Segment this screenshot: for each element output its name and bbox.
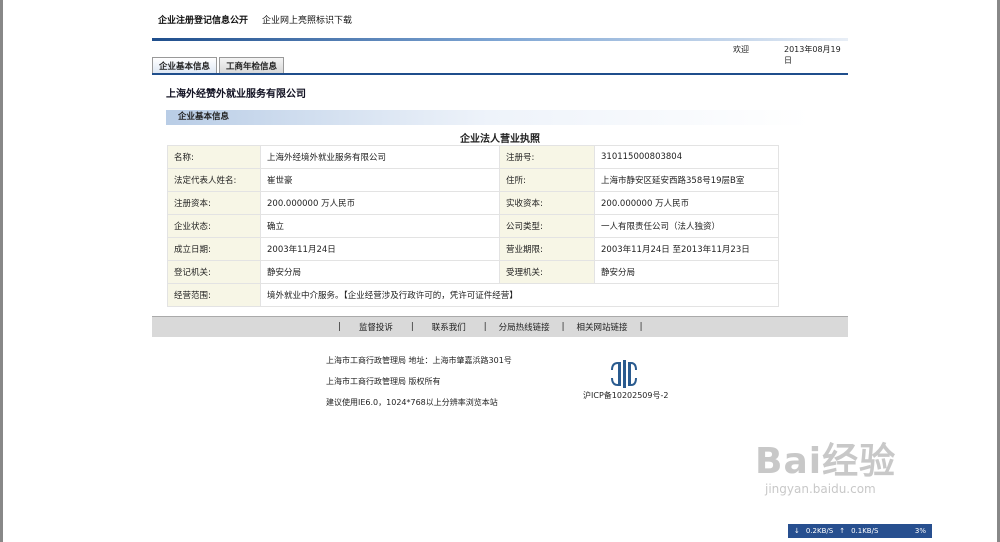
nav-registration-link[interactable]: 企业注册登记信息公开 [158, 13, 248, 26]
divider: | [561, 322, 565, 332]
field-label: 登记机关: [167, 260, 261, 284]
nav-download-link[interactable]: 企业网上亮照标识下载 [262, 13, 352, 26]
cpu-percent: 3% [914, 527, 926, 535]
license-title: 企业法人营业执照 [460, 134, 540, 145]
field-label: 注册资本: [167, 191, 261, 215]
field-value: 上海市静安区延安西路358号19层B室 [594, 168, 779, 192]
download-arrow-icon: ↓ [794, 527, 800, 535]
current-date: 2013年08月19日 [784, 45, 841, 65]
welcome-text: 欢迎 [733, 45, 749, 54]
footer-nav: | 监督投诉 | 联系我们 | 分局热线链接 | 相关网站链接 | [152, 316, 848, 337]
tab-annual-inspection[interactable]: 工商年检信息 [219, 57, 285, 73]
watermark-url: jingyan.baidu.com [765, 482, 876, 496]
footer-link-related-sites[interactable]: 相关网站链接 [577, 321, 628, 333]
field-value: 200.000000 万人民币 [594, 191, 779, 215]
footer-link-branch-hotline[interactable]: 分局热线链接 [499, 321, 550, 333]
network-speed-widget: ↓ 0.2KB/S ↑ 0.1KB/S 3% [788, 524, 932, 538]
table-row: 注册资本: 200.000000 万人民币 实收资本: 200.000000 万… [167, 191, 779, 215]
field-value: 静安分局 [594, 260, 779, 284]
upload-speed: 0.1KB/S [851, 527, 879, 535]
table-row: 经营范围: 境外就业中介服务。【企业经营涉及行政许可的，凭许可证件经营】 [167, 283, 779, 307]
divider: | [338, 322, 341, 332]
field-label: 受理机关: [499, 260, 595, 284]
top-nav: 企业注册登记信息公开 企业网上亮照标识下载 [152, 0, 848, 38]
footer-link-complaints[interactable]: 监督投诉 [359, 321, 393, 333]
field-label: 企业状态: [167, 214, 261, 238]
table-row: 法定代表人姓名: 崔世豪 住所: 上海市静安区延安西路358号19层B室 [167, 168, 779, 192]
field-value: 崔世豪 [260, 168, 500, 192]
field-label: 成立日期: [167, 237, 261, 261]
tab-basic-info[interactable]: 企业基本信息 [152, 57, 218, 73]
field-label: 注册号: [499, 145, 595, 169]
footer-address: 上海市工商行政管理局 地址：上海市肇嘉浜路301号 [326, 356, 512, 365]
table-row: 成立日期: 2003年11月24日 营业期限: 2003年11月24日 至201… [167, 237, 779, 261]
field-value: 静安分局 [260, 260, 500, 284]
table-row: 企业状态: 确立 公司类型: 一人有限责任公司（法人独资） [167, 214, 779, 238]
field-label: 住所: [499, 168, 595, 192]
field-label: 经营范围: [167, 283, 261, 307]
footer-recommendation: 建议使用IE6.0，1024*768以上分辨率浏览本站 [326, 398, 498, 407]
field-value: 一人有限责任公司（法人独资） [594, 214, 779, 238]
field-value: 2003年11月24日 [260, 237, 500, 261]
field-value: 310115000803804 [594, 145, 779, 169]
company-name: 上海外经赞外就业服务有限公司 [166, 89, 306, 100]
field-label: 名称: [167, 145, 261, 169]
field-value: 2003年11月24日 至2013年11月23日 [594, 237, 779, 261]
field-label: 营业期限: [499, 237, 595, 261]
footer-copyright: 上海市工商行政管理局 版权所有 [326, 377, 441, 386]
section-header: 企业基本信息 [166, 110, 810, 125]
icp-license-link[interactable]: 沪ICP备10202509号-2 [583, 390, 668, 401]
license-info-table: 名称: 上海外经境外就业服务有限公司 注册号: 310115000803804 … [167, 145, 779, 307]
table-row: 登记机关: 静安分局 受理机关: 静安分局 [167, 260, 779, 284]
divider: | [410, 322, 414, 332]
field-value: 确立 [260, 214, 500, 238]
field-label: 公司类型: [499, 214, 595, 238]
field-value: 200.000000 万人民币 [260, 191, 500, 215]
footer-link-contact[interactable]: 联系我们 [432, 321, 466, 333]
page-container: 企业注册登记信息公开 企业网上亮照标识下载 欢迎 2013年08月19日 企业基… [152, 0, 848, 407]
tab-bar: 企业基本信息 工商年检信息 [152, 57, 848, 75]
window-border-left [0, 0, 3, 542]
baidu-jingyan-watermark: Bai经验 jingyan.baidu.com [755, 432, 896, 496]
watermark-logo-text: Bai经验 [755, 441, 897, 482]
field-value: 上海外经境外就业服务有限公司 [260, 145, 500, 169]
footer-info: 上海市工商行政管理局 地址：上海市肇嘉浜路301号 上海市工商行政管理局 版权所… [326, 350, 512, 413]
field-label: 法定代表人姓名: [167, 168, 261, 192]
download-speed: 0.2KB/S [805, 527, 834, 535]
divider: | [483, 322, 487, 332]
greeting-bar: 欢迎 2013年08月19日 [152, 41, 848, 65]
field-label: 实收资本: [499, 191, 595, 215]
bureau-logo-icon [611, 360, 637, 388]
business-scope-value: 境外就业中介服务。【企业经营涉及行政许可的，凭许可证件经营】 [260, 283, 779, 307]
upload-arrow-icon: ↑ [839, 527, 846, 535]
divider: | [639, 322, 643, 332]
table-row: 名称: 上海外经境外就业服务有限公司 注册号: 310115000803804 [167, 145, 779, 169]
